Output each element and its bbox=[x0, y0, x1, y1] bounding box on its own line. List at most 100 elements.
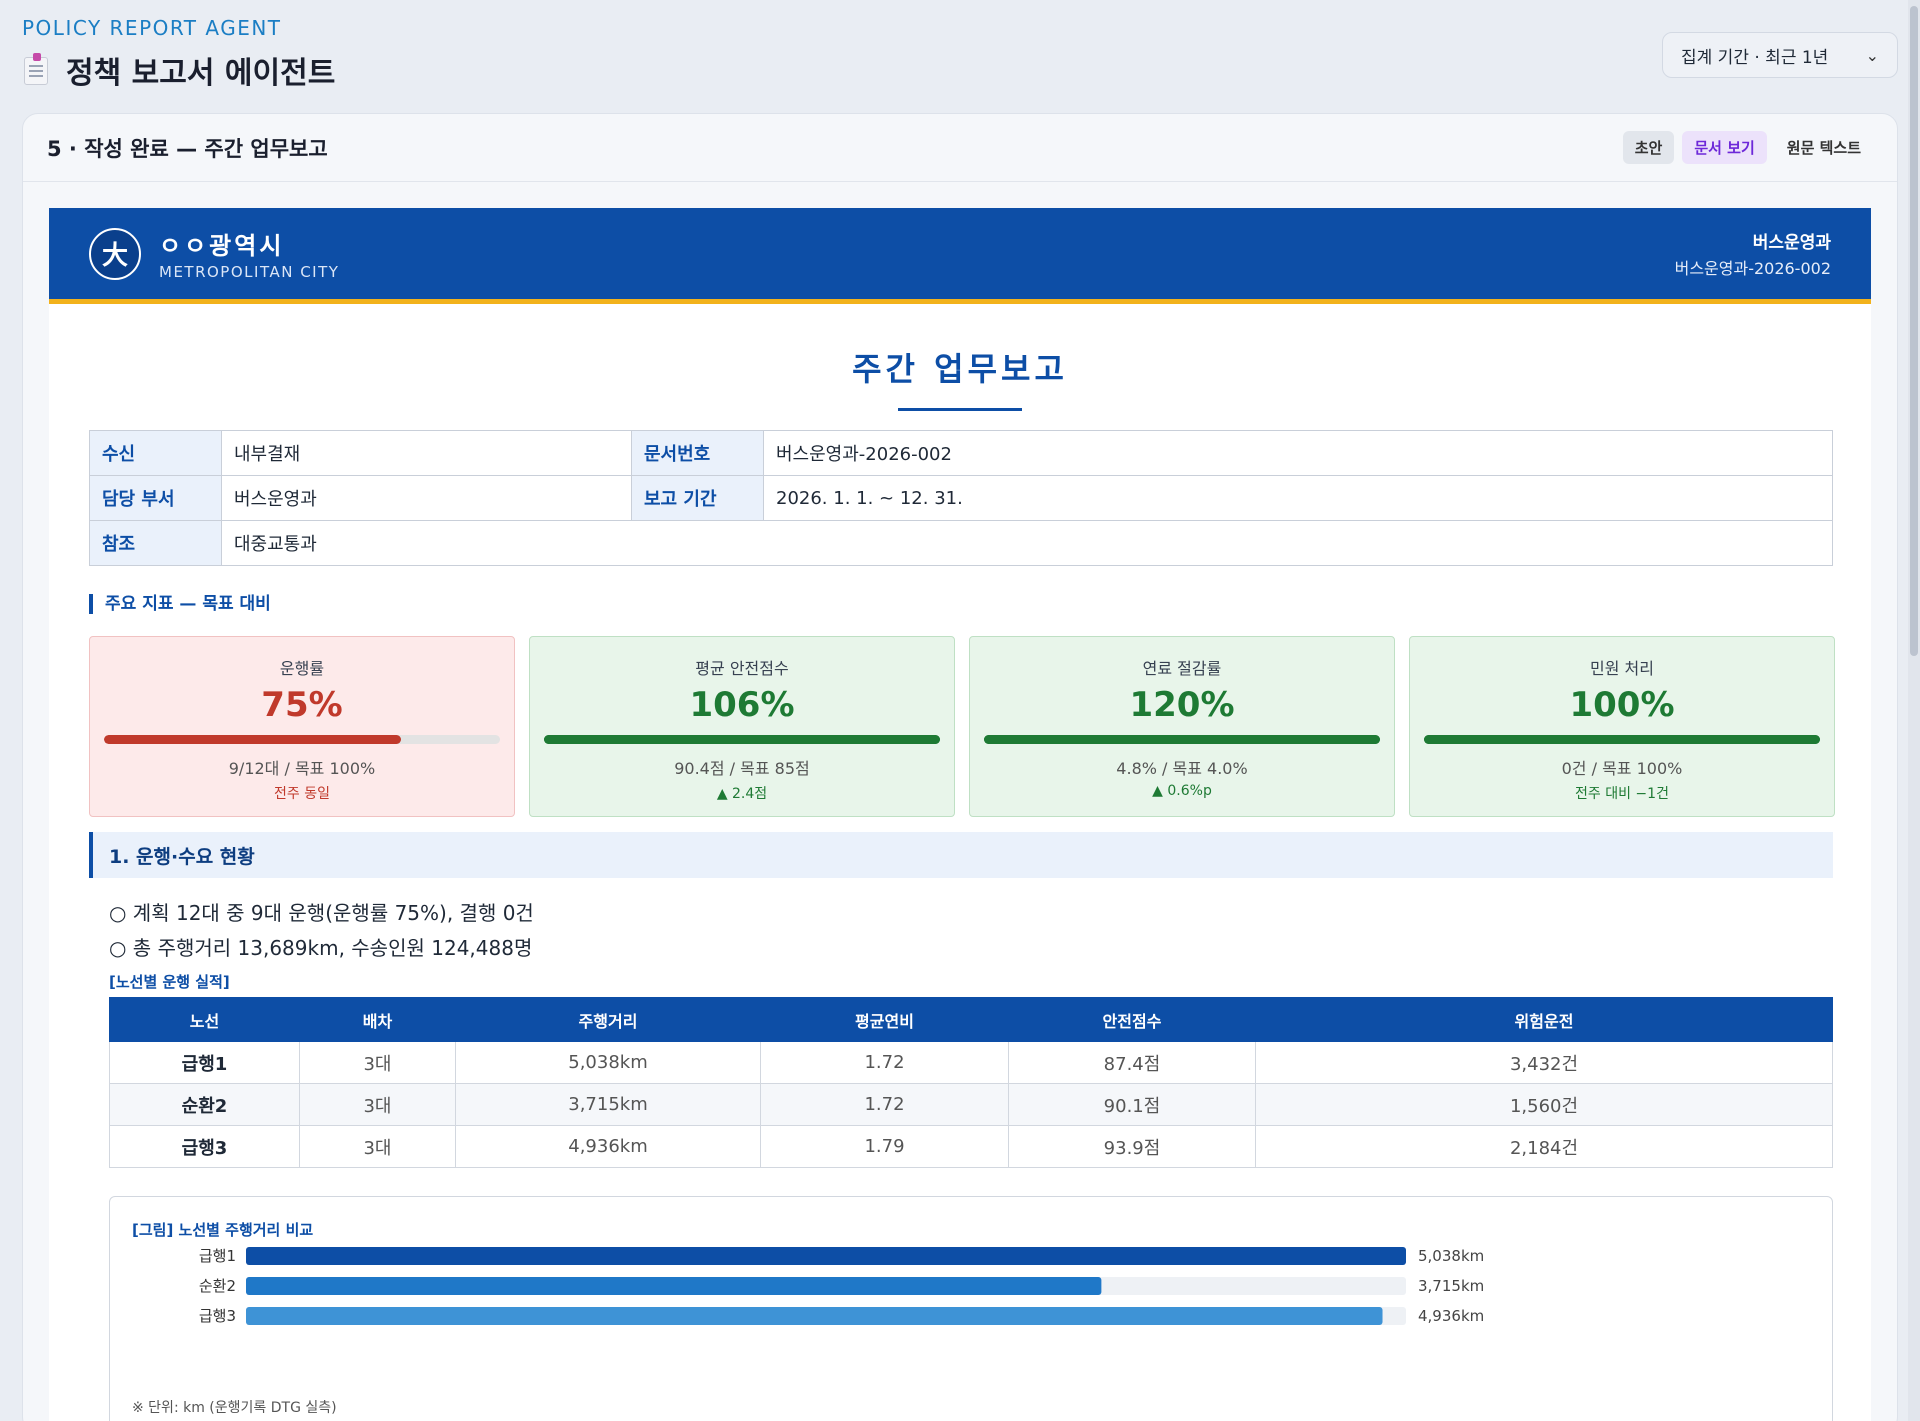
kpi-label: 평균 안전점수 bbox=[695, 659, 789, 678]
period-select-value: 집계 기간 · 최근 1년 bbox=[1681, 47, 1829, 68]
kpi-section-label: 주요 지표 — 목표 대비 bbox=[89, 594, 271, 614]
meta-key: 참조 bbox=[89, 520, 222, 566]
city-name: ㅇㅇ광역시 bbox=[159, 232, 285, 260]
table-cell: 3,715km bbox=[455, 1083, 761, 1126]
kpi-progress-bar bbox=[544, 735, 940, 744]
page-scrollbar[interactable] bbox=[1908, 0, 1920, 1421]
table-header: 배차 bbox=[299, 997, 456, 1042]
kpi-sub: 9/12대 / 목표 100% bbox=[228, 759, 376, 778]
table-cell: 3대 bbox=[299, 1083, 456, 1126]
tab-draft[interactable]: 초안 bbox=[1622, 131, 1675, 164]
kpi-sub: 0건 / 목표 100% bbox=[1561, 759, 1683, 778]
kpi-delta: ▲ 2.4점 bbox=[716, 786, 768, 802]
kpi-progress-fill bbox=[1424, 735, 1820, 744]
meta-table: 수신 내부결재 문서번호 버스운영과-2026-002 담당 부서 버스운영과 … bbox=[89, 430, 1833, 566]
meta-value: 대중교통과 bbox=[221, 520, 1833, 566]
chevron-down-icon: ⌄ bbox=[1865, 45, 1879, 65]
bar-category-label: 급행1 bbox=[199, 1247, 236, 1265]
kpi-label: 운행률 bbox=[279, 659, 325, 678]
city-banner: 大 ㅇㅇ광역시 METROPOLITAN CITY 버스운영과 버스운영과-20… bbox=[49, 208, 1871, 304]
kpi-card-operation-rate: 운행률 75% 9/12대 / 목표 100% 전주 동일 bbox=[89, 636, 515, 817]
bar bbox=[246, 1247, 1406, 1265]
kpi-value: 120% bbox=[1129, 685, 1235, 725]
bar-chart-svg: 급행1 5,038km 순환2 3,715km 급행3 4,936km bbox=[199, 1247, 1484, 1325]
bar-category-label: 급행3 bbox=[199, 1307, 236, 1325]
kpi-value: 75% bbox=[261, 685, 343, 725]
table-row: 순환2 3대 3,715km 1.72 90.1점 1,560건 bbox=[109, 1083, 1833, 1126]
table-cell: 순환2 bbox=[109, 1083, 300, 1126]
table-caption: [노선별 운행 실적] bbox=[109, 973, 230, 991]
document-icon bbox=[22, 53, 52, 87]
table-header: 안전점수 bbox=[1008, 997, 1256, 1042]
table-cell: 3대 bbox=[299, 1125, 456, 1168]
kpi-progress-bar bbox=[1424, 735, 1820, 744]
table-cell: 5,038km bbox=[455, 1041, 761, 1084]
table-cell: 2,184건 bbox=[1255, 1125, 1833, 1168]
bar-value-label: 4,936km bbox=[1418, 1307, 1484, 1325]
route-table: 노선 배차 주행거리 평균연비 안전점수 위험운전 급행1 3대 5,038km… bbox=[109, 997, 1833, 1168]
kpi-progress-fill bbox=[104, 735, 401, 744]
kpi-progress-fill bbox=[544, 735, 940, 744]
meta-key: 보고 기간 bbox=[631, 475, 764, 521]
table-cell: 1.72 bbox=[760, 1083, 1009, 1126]
table-cell: 3,432건 bbox=[1255, 1041, 1833, 1084]
meta-value: 내부결재 bbox=[221, 430, 632, 476]
city-emblem: 大 bbox=[89, 227, 141, 280]
meta-value: 2026. 1. 1. ~ 12. 31. bbox=[763, 475, 1833, 521]
banner-doc-code: 버스운영과-2026-002 bbox=[1674, 259, 1831, 278]
table-row: 급행1 3대 5,038km 1.72 87.4점 3,432건 bbox=[109, 1041, 1833, 1084]
bar bbox=[246, 1307, 1383, 1325]
app-header: POLICY REPORT AGENT 정책 보고서 에이전트 bbox=[22, 16, 335, 92]
bar-category-label: 순환2 bbox=[199, 1277, 236, 1295]
title-underline bbox=[898, 408, 1022, 411]
kpi-delta: ▲ 0.6%p bbox=[1152, 783, 1212, 799]
kpi-card-safety-score: 평균 안전점수 106% 90.4점 / 목표 85점 ▲ 2.4점 bbox=[529, 636, 955, 817]
distance-chart: [그림] 노선별 주행거리 비교 급행1 5,038km 순환2 3,715km 급행3… bbox=[109, 1196, 1833, 1421]
view-tabs: 초안 문서 보기 원문 텍스트 bbox=[1622, 131, 1873, 164]
panel-header: 5 · 작성 완료 — 주간 업무보고 초안 문서 보기 원문 텍스트 bbox=[23, 114, 1897, 182]
kpi-progress-bar bbox=[984, 735, 1380, 744]
table-cell: 3대 bbox=[299, 1041, 456, 1084]
table-cell: 1,560건 bbox=[1255, 1083, 1833, 1126]
panel-title: 5 · 작성 완료 — 주간 업무보고 bbox=[47, 136, 328, 161]
tab-document-view[interactable]: 문서 보기 bbox=[1682, 131, 1767, 164]
section-bullets: ○ 계획 12대 중 9대 운행(운행률 75%), 결행 0건 ○ 총 주행거… bbox=[109, 896, 534, 966]
period-select[interactable]: 집계 기간 · 최근 1년 ⌄ bbox=[1662, 32, 1898, 78]
kpi-value: 100% bbox=[1569, 685, 1675, 725]
report-panel: 5 · 작성 완료 — 주간 업무보고 초안 문서 보기 원문 텍스트 大 ㅇㅇ… bbox=[22, 113, 1898, 1421]
table-cell: 1.79 bbox=[760, 1125, 1009, 1168]
bullet-item: ○ 계획 12대 중 9대 운행(운행률 75%), 결행 0건 bbox=[109, 901, 534, 925]
kpi-row: 운행률 75% 9/12대 / 목표 100% 전주 동일 평균 안전점수 10… bbox=[89, 636, 1835, 817]
city-subtitle: METROPOLITAN CITY bbox=[159, 263, 340, 281]
kpi-card-fuel-saving: 연료 절감률 120% 4.8% / 목표 4.0% ▲ 0.6%p bbox=[969, 636, 1395, 817]
table-cell: 1.72 bbox=[760, 1041, 1009, 1084]
kpi-delta: 전주 대비 −1건 bbox=[1575, 786, 1669, 802]
meta-value: 버스운영과-2026-002 bbox=[763, 430, 1833, 476]
table-header: 평균연비 bbox=[760, 997, 1009, 1042]
table-header: 주행거리 bbox=[455, 997, 761, 1042]
table-cell: 급행1 bbox=[109, 1041, 300, 1084]
table-cell: 93.9점 bbox=[1008, 1125, 1256, 1168]
meta-value: 버스운영과 bbox=[221, 475, 632, 521]
table-cell: 90.1점 bbox=[1008, 1083, 1256, 1126]
meta-key: 담당 부서 bbox=[89, 475, 222, 521]
kpi-progress-fill bbox=[984, 735, 1380, 744]
bullet-item: ○ 총 주행거리 13,689km, 수송인원 124,488명 bbox=[109, 936, 533, 960]
kpi-card-complaints: 민원 처리 100% 0건 / 목표 100% 전주 대비 −1건 bbox=[1409, 636, 1835, 817]
bar-value-label: 3,715km bbox=[1418, 1277, 1484, 1295]
kpi-value: 106% bbox=[689, 685, 795, 725]
report-document: 大 ㅇㅇ광역시 METROPOLITAN CITY 버스운영과 버스운영과-20… bbox=[49, 208, 1871, 1421]
meta-key: 문서번호 bbox=[631, 430, 764, 476]
bar-value-label: 5,038km bbox=[1418, 1247, 1484, 1265]
app-eyebrow: POLICY REPORT AGENT bbox=[22, 16, 282, 40]
meta-key: 수신 bbox=[89, 430, 222, 476]
kpi-sub: 90.4점 / 목표 85점 bbox=[674, 759, 810, 778]
tab-raw-text[interactable]: 원문 텍스트 bbox=[1775, 131, 1873, 164]
scrollbar-thumb[interactable] bbox=[1910, 6, 1918, 656]
table-cell: 급행3 bbox=[109, 1125, 300, 1168]
kpi-label: 연료 절감률 bbox=[1142, 659, 1222, 678]
kpi-progress-bar bbox=[104, 735, 500, 744]
bar bbox=[246, 1277, 1102, 1295]
table-cell: 4,936km bbox=[455, 1125, 761, 1168]
kpi-delta: 전주 동일 bbox=[274, 786, 330, 802]
